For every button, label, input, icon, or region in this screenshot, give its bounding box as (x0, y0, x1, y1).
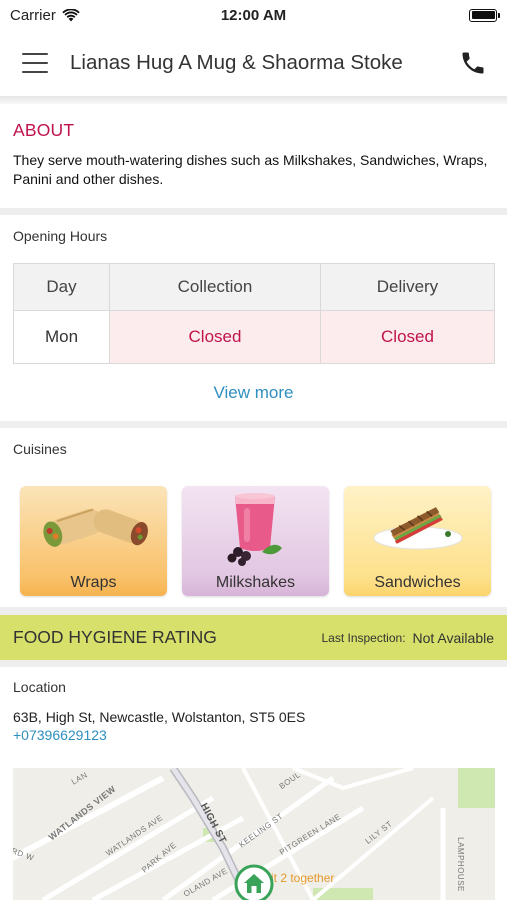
battery-icon (469, 8, 500, 22)
cuisines-title: Cuisines (13, 441, 67, 457)
phone-icon[interactable] (459, 49, 487, 77)
carrier-label: Carrier (10, 6, 56, 24)
inspection-value: Not Available (412, 629, 494, 646)
day-cell: Mon (13, 310, 110, 364)
location-title: Location (13, 679, 66, 695)
column-header-collection: Collection (109, 263, 321, 311)
status-bar: Carrier 12:00 AM (0, 0, 507, 30)
nav-bar: Lianas Hug A Mug & Shaorma Stoke (0, 30, 507, 96)
sandwich-image (373, 507, 463, 550)
delivery-cell: Closed (319, 310, 496, 364)
inspection-label: Last Inspection: (321, 630, 406, 645)
collection-cell: Closed (109, 310, 321, 364)
column-header-day: Day (13, 263, 110, 311)
view-more-link[interactable]: View more (0, 383, 507, 403)
map-street-label: LAMPHOUSE (455, 837, 465, 892)
location-map[interactable]: WATLANDS VIEW WATLANDS AVE PARK AVE HIGH… (13, 768, 495, 900)
divider (0, 660, 507, 667)
map-place-label: it 2 together (271, 871, 335, 885)
cuisine-label: Sandwiches (374, 574, 461, 591)
milkshake-image (227, 493, 282, 566)
about-title: ABOUT (13, 120, 75, 140)
table-header-row: Day Collection Delivery (13, 263, 496, 311)
about-text: They serve mouth-watering dishes such as… (13, 152, 488, 187)
wraps-image (43, 508, 148, 547)
page-title: Lianas Hug A Mug & Shaorma Stoke (70, 51, 403, 74)
food-hygiene-bar: FOOD HYGIENE RATING Last Inspection: Not… (0, 615, 507, 660)
hamburger-menu-icon[interactable] (22, 53, 48, 73)
cuisine-card-wraps[interactable]: Wraps (20, 486, 167, 596)
phone-number-link[interactable]: +07396629123 (13, 727, 107, 743)
divider (0, 607, 507, 615)
cuisine-list: Wraps Milkshakes Sandwiches (20, 486, 491, 596)
divider (0, 208, 507, 215)
opening-hours-title: Opening Hours (13, 228, 108, 244)
cuisine-label: Milkshakes (215, 574, 296, 591)
status-left: Carrier (10, 7, 80, 24)
table-row: Mon Closed Closed (13, 310, 496, 364)
cuisine-card-milkshakes[interactable]: Milkshakes (182, 486, 329, 596)
column-header-delivery: Delivery (319, 263, 496, 311)
divider (0, 421, 507, 428)
divider (0, 96, 507, 104)
address-text: 63B, High St, Newcastle, Wolstanton, ST5… (13, 709, 306, 725)
cuisine-label: Wraps (70, 574, 117, 591)
hygiene-title: FOOD HYGIENE RATING (13, 627, 217, 647)
wifi-icon (62, 8, 80, 21)
cuisine-card-sandwiches[interactable]: Sandwiches (344, 486, 491, 596)
home-pin-icon[interactable] (234, 864, 274, 900)
opening-hours-table: Day Collection Delivery Mon Closed Close… (13, 263, 496, 364)
